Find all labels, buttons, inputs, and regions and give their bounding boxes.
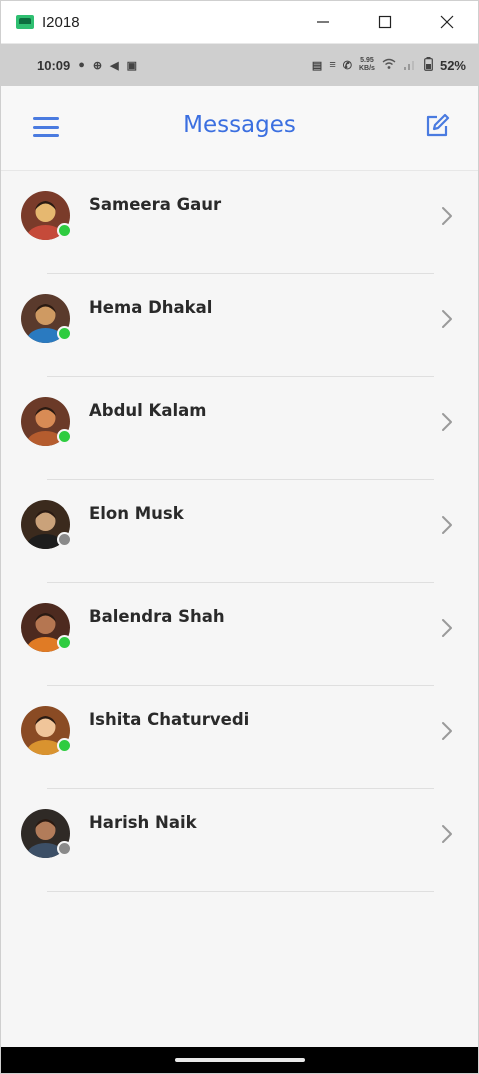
contact-row[interactable]: Elon Musk	[1, 480, 478, 583]
avatar	[21, 191, 72, 240]
cell-signal-icon	[403, 58, 417, 73]
app-header: Messages	[1, 86, 478, 171]
contact-name: Balendra Shah	[89, 607, 225, 626]
contact-row[interactable]: Abdul Kalam	[1, 377, 478, 480]
compose-button[interactable]	[424, 113, 450, 139]
contact-list: Sameera Gaur Hema Dhakal Abdul Kalam Elo…	[1, 171, 478, 892]
chevron-right-icon	[442, 413, 452, 431]
chevron-right-icon	[442, 207, 452, 225]
back-arrow-icon: ◀	[110, 59, 119, 72]
avatar	[21, 500, 72, 549]
battery-icon	[424, 56, 433, 74]
maximize-button[interactable]	[354, 1, 416, 43]
network-speed: 5.95 KB/s	[358, 57, 375, 72]
wifi-icon	[382, 58, 396, 73]
window-titlebar: I2018	[1, 1, 478, 44]
chevron-right-icon	[442, 722, 452, 740]
battery-level-icon	[424, 56, 433, 71]
contact-name: Elon Musk	[89, 504, 184, 523]
avatar	[21, 706, 72, 755]
app-window: I2018 10:09 ● ⊕ ◀ ▣ ▤ ≡ ✆ 5.95 KB/s 52% …	[0, 0, 479, 1074]
compose-icon	[426, 113, 450, 137]
chevron-right-icon	[442, 619, 452, 637]
presence-status-dot	[57, 532, 72, 547]
maximize-icon	[378, 15, 392, 29]
wifi-signal-icon	[382, 58, 396, 69]
presence-status-dot	[57, 635, 72, 650]
avatar	[21, 397, 72, 446]
contact-name: Ishita Chaturvedi	[89, 710, 250, 729]
contact-row[interactable]: Balendra Shah	[1, 583, 478, 686]
vibrate-icon: ▤	[311, 59, 323, 72]
presence-status-dot	[57, 841, 72, 856]
presence-status-dot	[57, 326, 72, 341]
chevron-right-icon	[442, 516, 452, 534]
carrier-icon: ≡	[329, 59, 336, 71]
status-bar: 10:09 ● ⊕ ◀ ▣ ▤ ≡ ✆ 5.95 KB/s 52%	[1, 44, 478, 86]
close-button[interactable]	[416, 1, 478, 43]
window-title: I2018	[42, 13, 80, 31]
battery-percentage: 52%	[439, 57, 466, 73]
presence-status-dot	[57, 223, 72, 238]
minimize-icon	[317, 21, 329, 23]
status-time: 10:09	[37, 57, 71, 73]
chevron-right-icon	[442, 825, 452, 843]
contact-name: Sameera Gaur	[89, 195, 222, 214]
avatar	[21, 809, 72, 858]
navigation-bar	[1, 1047, 478, 1073]
presence-status-dot	[57, 429, 72, 444]
notification-chat-icon: ●	[78, 59, 85, 71]
contact-row[interactable]: Ishita Chaturvedi	[1, 686, 478, 789]
avatar	[21, 603, 72, 652]
chevron-right-icon	[442, 310, 452, 328]
page-title: Messages	[183, 112, 296, 138]
close-icon	[440, 15, 454, 29]
android-app-icon	[16, 15, 34, 29]
avatar	[21, 294, 72, 343]
screen-icon: ▣	[126, 59, 137, 72]
globe-icon: ⊕	[92, 59, 103, 72]
contact-name: Hema Dhakal	[89, 298, 213, 317]
contact-row[interactable]: Hema Dhakal	[1, 274, 478, 377]
contact-row[interactable]: Harish Naik	[1, 789, 478, 892]
minimize-button[interactable]	[292, 1, 354, 43]
contact-name: Abdul Kalam	[89, 401, 207, 420]
home-gesture-bar[interactable]	[174, 1058, 305, 1062]
contact-row[interactable]: Sameera Gaur	[1, 171, 478, 274]
contact-name: Harish Naik	[89, 813, 197, 832]
presence-status-dot	[57, 738, 72, 753]
window-controls	[292, 1, 478, 43]
call-icon: ✆	[342, 59, 352, 72]
signal-bars-icon	[403, 60, 414, 70]
